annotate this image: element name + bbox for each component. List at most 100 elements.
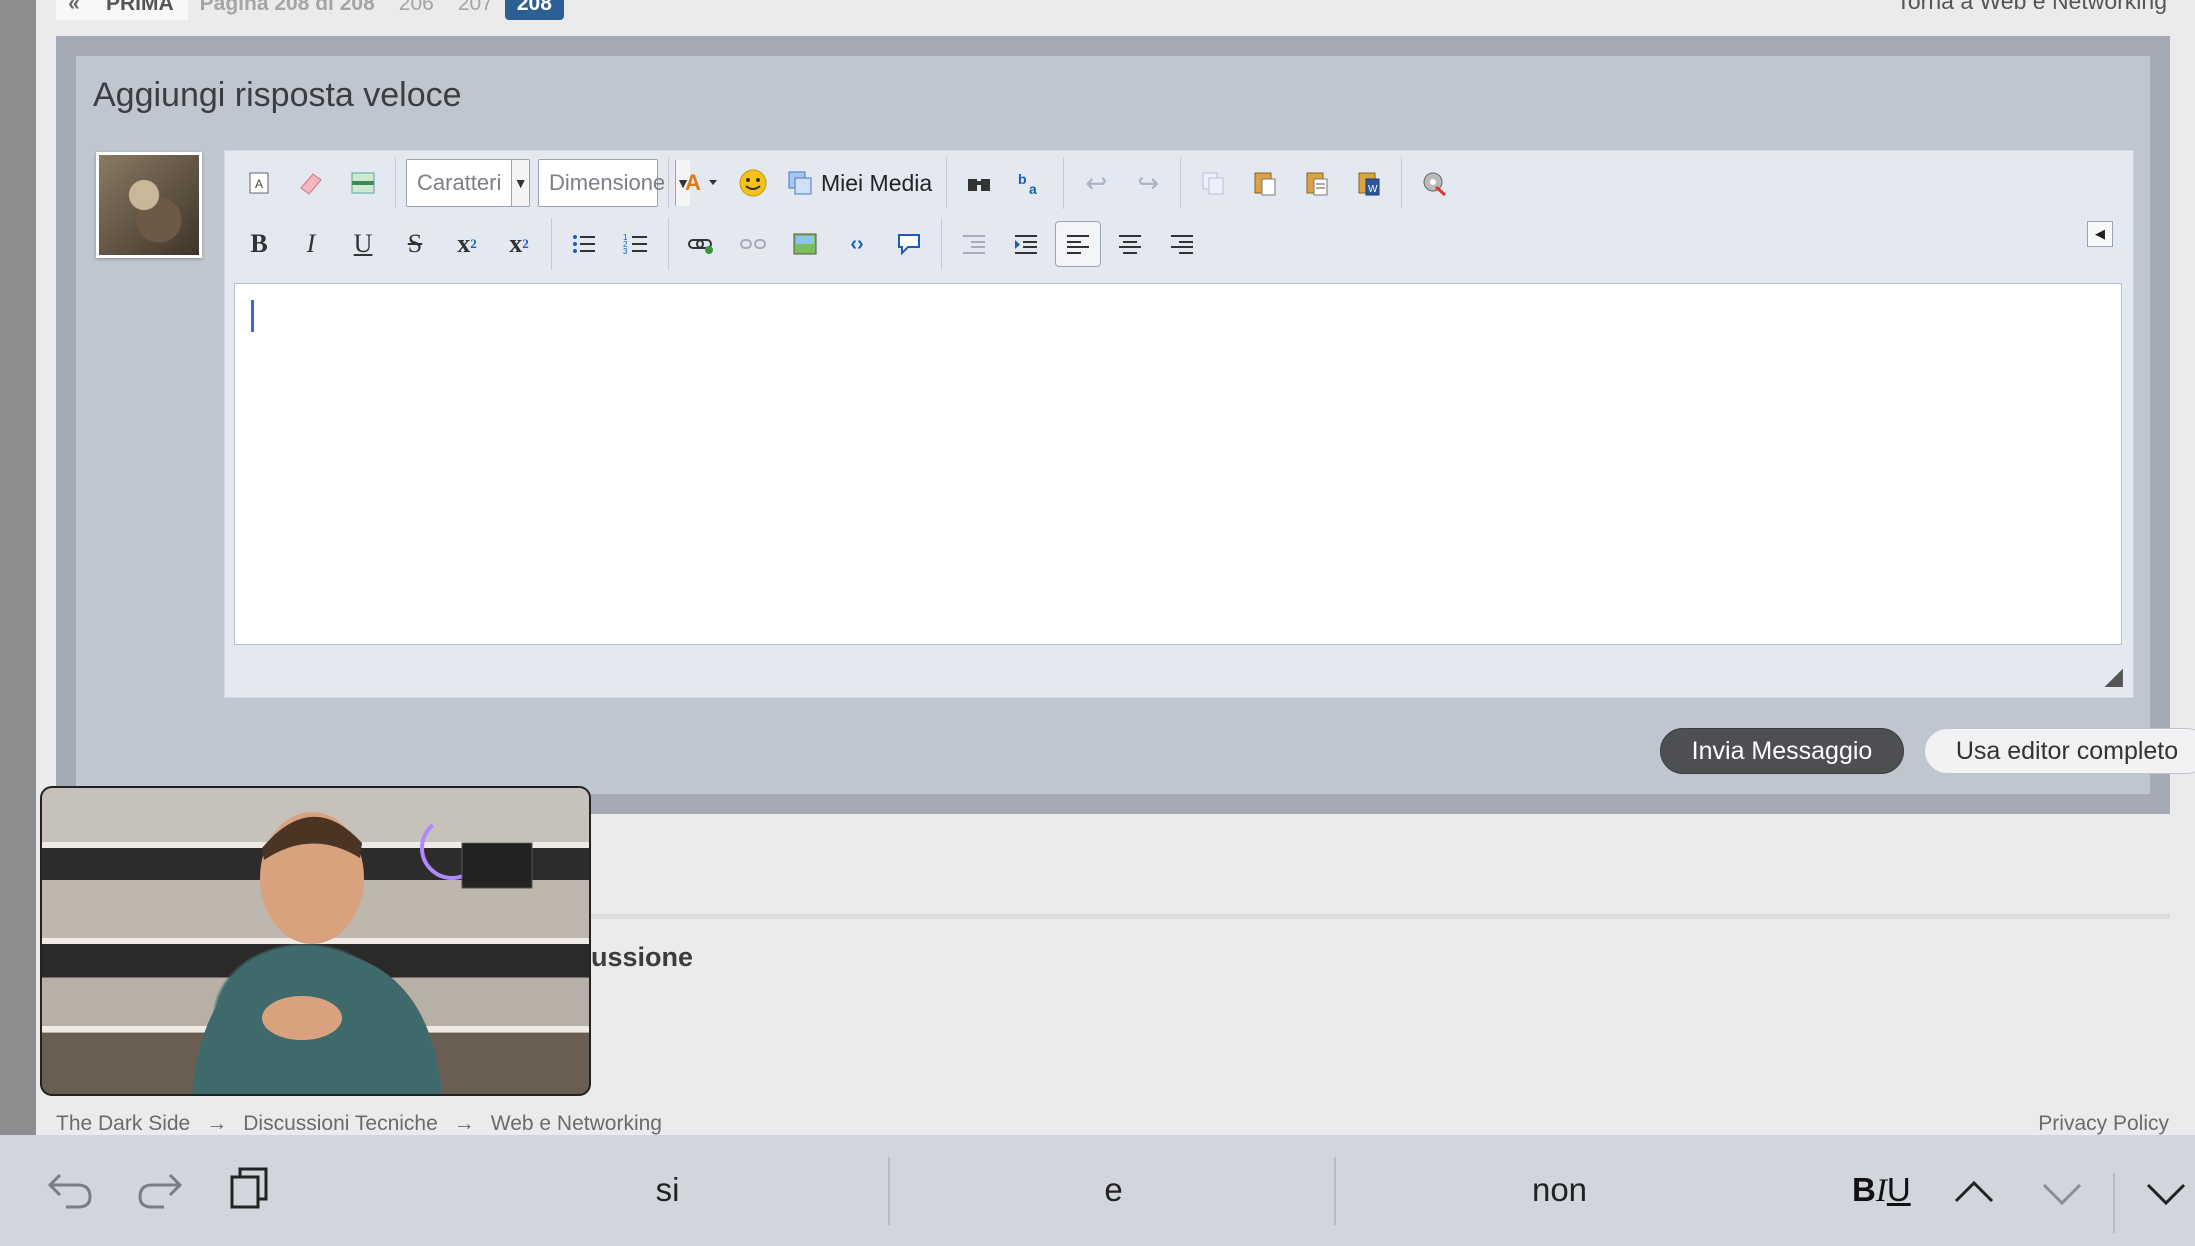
dismiss-keyboard-icon[interactable] (2144, 1171, 2188, 1215)
send-message-button[interactable]: Invia Messaggio (1660, 728, 1904, 774)
bold-icon[interactable]: B (236, 221, 282, 267)
size-select[interactable]: Dimensione ▼ (538, 159, 691, 207)
svg-text:3: 3 (623, 247, 628, 256)
section-heading: ussione (591, 942, 694, 972)
redo-icon[interactable]: ↪ (1125, 160, 1171, 206)
keyboard-toolbar: si e non BIU (0, 1135, 2195, 1246)
svg-text:A: A (685, 170, 701, 195)
find-icon[interactable] (956, 160, 1002, 206)
toolbar-separator (1063, 157, 1065, 209)
my-media-button[interactable]: Miei Media (779, 160, 940, 206)
chevron-down-icon: ▼ (511, 160, 529, 206)
wysiwyg-toggle-icon[interactable] (340, 160, 386, 206)
pagination-page[interactable]: 207 (446, 0, 505, 16)
toolbar-separator (551, 218, 552, 270)
pagination-current: 208 (504, 0, 564, 20)
undo-icon[interactable] (46, 1165, 94, 1220)
my-media-label: Miei Media (821, 169, 933, 196)
image-icon[interactable] (782, 221, 828, 267)
font-select-label: Caratteri (417, 170, 502, 195)
superscript-icon[interactable]: x2 (496, 221, 542, 267)
svg-text:a: a (1029, 181, 1037, 196)
collapse-toolbar-button[interactable]: ◀ (2087, 221, 2113, 247)
breadcrumb-item[interactable]: The Dark Side (56, 1112, 190, 1135)
bullet-list-icon[interactable] (561, 221, 607, 267)
eraser-icon[interactable] (288, 160, 334, 206)
chevron-up-icon[interactable] (1952, 1171, 1996, 1215)
suggestion-3[interactable]: non (1337, 1161, 1782, 1219)
toolbar-separator (668, 218, 669, 270)
my-media-icon (788, 171, 812, 195)
suggestion-2[interactable]: e (891, 1161, 1336, 1219)
resize-handle-icon[interactable]: ◢ (2105, 662, 2123, 691)
quick-reply-panel: Aggiungi risposta veloce A Caratteri ▼ Di… (56, 36, 2195, 814)
suggestion-separator (888, 1157, 890, 1225)
svg-text:b: b (1018, 171, 1027, 187)
breadcrumb-separator: → (206, 1112, 228, 1135)
privacy-policy-link[interactable]: Privacy Policy (2038, 1112, 2169, 1135)
outdent-icon[interactable] (951, 221, 997, 267)
toolbar-separator (1401, 157, 1403, 209)
breadcrumb: The Dark Side → Discussioni Tecniche → W… (56, 1112, 662, 1135)
toolbar-separator (1180, 157, 1182, 209)
clipboard-icon[interactable] (228, 1165, 272, 1220)
remove-format-icon[interactable]: A (236, 160, 282, 206)
pagination-prev[interactable]: « (56, 0, 92, 20)
editor: A Caratteri ▼ Dimensione▼ A Miei Media (224, 150, 2134, 698)
svg-text:A: A (255, 177, 263, 191)
paste-word-icon[interactable]: W (1346, 160, 1392, 206)
toolbar-separator (2113, 1173, 2115, 1233)
back-to-forum-link[interactable]: Torna a Web e Networking (1896, 0, 2167, 15)
quick-reply-inner: Aggiungi risposta veloce A Caratteri ▼ Di… (76, 56, 2195, 794)
size-select-label: Dimensione (549, 170, 666, 195)
toolbar-row-1: A Caratteri ▼ Dimensione▼ A Miei Media (233, 154, 1460, 212)
breadcrumb-item[interactable]: Discussioni Tecniche (243, 1112, 438, 1135)
underline-format-button[interactable]: U (1887, 1171, 1911, 1208)
replace-icon[interactable]: ba (1008, 160, 1054, 206)
pagination-first[interactable]: PRIMA (92, 0, 188, 20)
message-textarea[interactable] (234, 283, 2122, 645)
svg-text:W: W (1368, 184, 1378, 195)
toolbar-separator (941, 218, 942, 270)
unlink-icon[interactable] (730, 221, 776, 267)
indent-icon[interactable] (1003, 221, 1049, 267)
full-editor-button[interactable]: Usa editor completo (1924, 728, 2195, 774)
breadcrumb-item[interactable]: Web e Networking (491, 1112, 662, 1135)
italic-icon[interactable]: I (288, 221, 334, 267)
align-left-icon[interactable] (1055, 221, 1101, 267)
italic-format-button[interactable]: I (1876, 1173, 1887, 1209)
format-buttons[interactable]: BIU (1852, 1171, 1911, 1210)
numbered-list-icon[interactable]: 123 (613, 221, 659, 267)
toolbar-separator (395, 157, 396, 209)
smiley-icon[interactable] (730, 160, 776, 206)
copy-icon[interactable] (1190, 160, 1236, 206)
suggestion-separator (1334, 1157, 1336, 1225)
code-icon[interactable]: ‹› (834, 221, 880, 267)
paste-icon[interactable] (1242, 160, 1288, 206)
strikethrough-icon[interactable]: S (392, 221, 438, 267)
align-center-icon[interactable] (1107, 221, 1153, 267)
toolbar-row-2: B I U S x2 x2 123 ‹› (233, 215, 1208, 273)
video-overlay[interactable] (40, 786, 591, 1096)
subscript-icon[interactable]: x2 (444, 221, 490, 267)
avatar (96, 152, 202, 258)
link-icon[interactable] (678, 221, 724, 267)
font-select[interactable]: Caratteri ▼ (406, 159, 530, 207)
pagination: « PRIMA Pagina 208 di 208 206 207 208 (56, 0, 564, 20)
toolbar-separator (946, 157, 948, 209)
suggestion-1[interactable]: si (445, 1161, 890, 1219)
underline-icon[interactable]: U (340, 221, 386, 267)
text-color-icon[interactable]: A (678, 160, 724, 206)
pagination-info: Pagina 208 di 208 (199, 0, 375, 15)
chevron-down-icon[interactable] (2040, 1171, 2084, 1215)
quick-reply-title: Aggiungi risposta veloce (93, 76, 462, 114)
align-right-icon[interactable] (1159, 221, 1205, 267)
pagination-page[interactable]: 206 (387, 0, 446, 16)
paste-text-icon[interactable] (1294, 160, 1340, 206)
redo-icon[interactable] (136, 1165, 184, 1220)
breadcrumb-separator: → (453, 1112, 475, 1135)
quote-icon[interactable] (886, 221, 932, 267)
bold-format-button[interactable]: B (1852, 1171, 1876, 1208)
settings-icon[interactable] (1411, 160, 1457, 206)
undo-icon[interactable]: ↩ (1073, 160, 1119, 206)
